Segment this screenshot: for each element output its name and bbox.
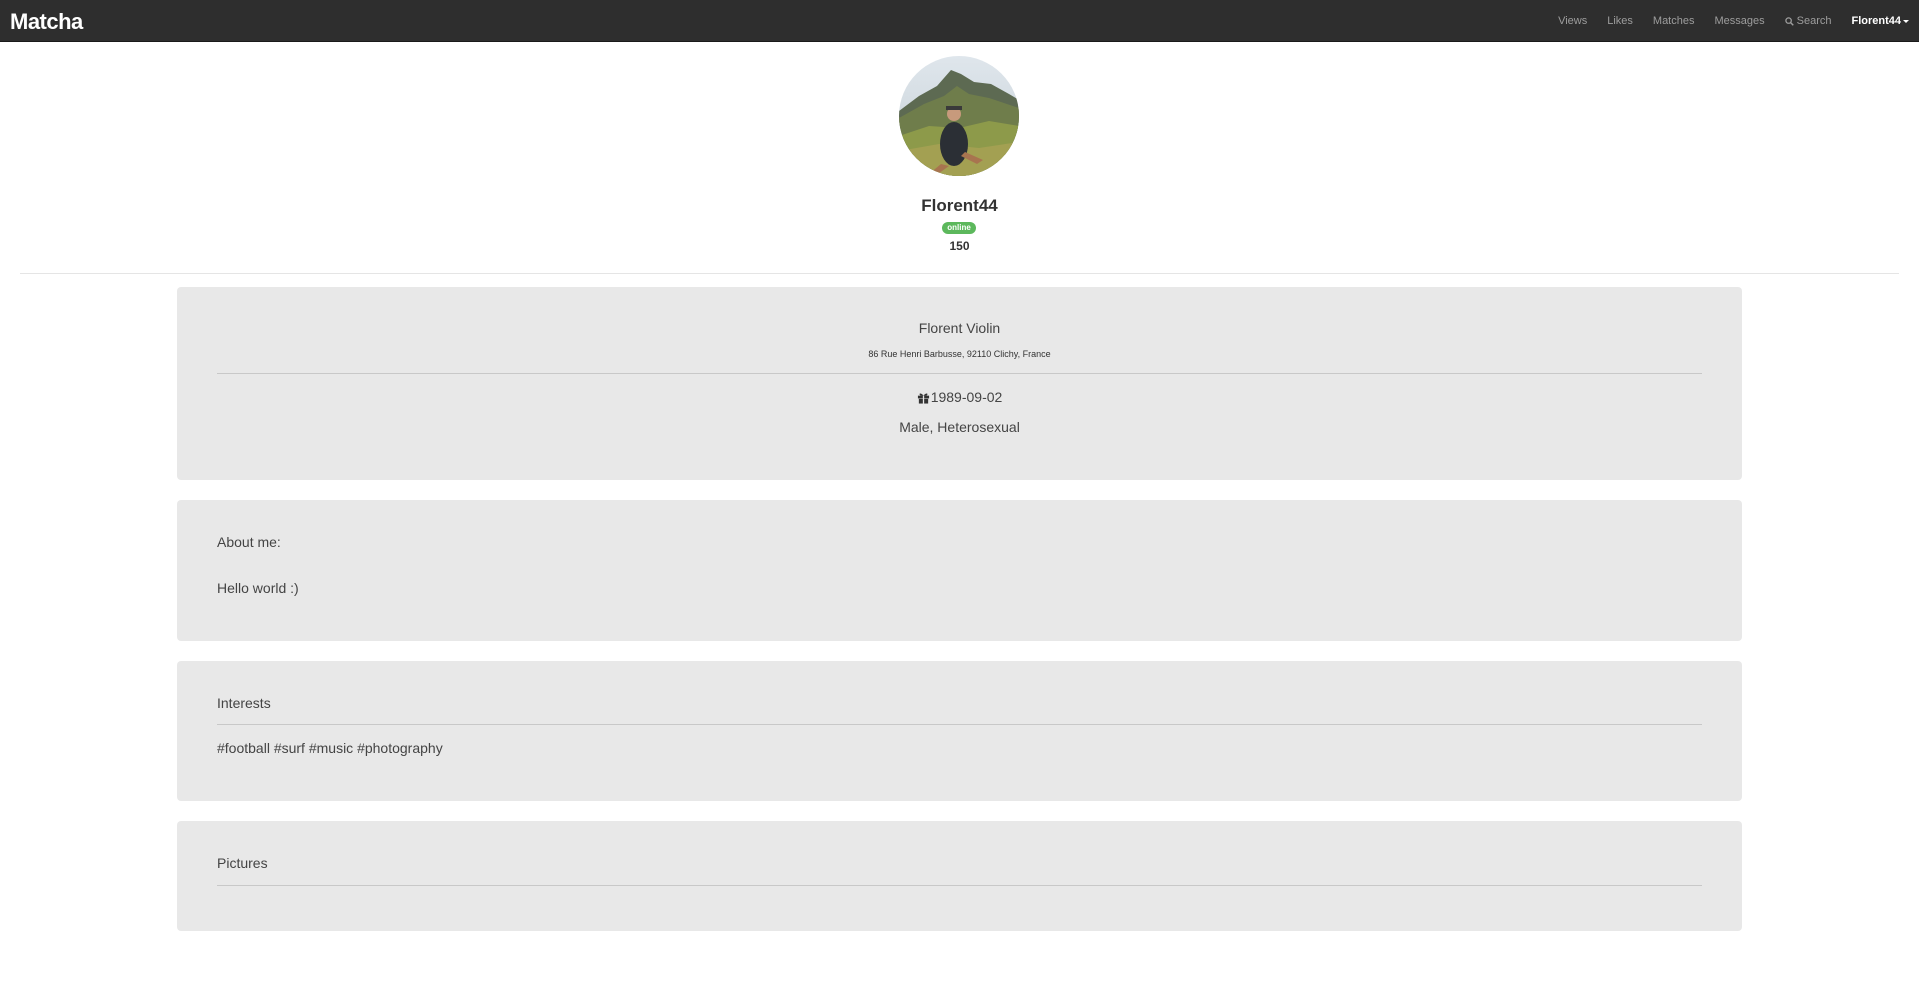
nav-link-views[interactable]: Views [1558,15,1587,27]
interests-title: Interests [217,695,271,711]
top-navbar: Matcha Views Likes Matches Messages Sear… [0,0,1919,42]
brand-logo[interactable]: Matcha [10,9,83,35]
nav-link-likes[interactable]: Likes [1607,15,1633,27]
address: 86 Rue Henri Barbusse, 92110 Clichy, Fra… [868,349,1051,359]
nav-link-search-label: Search [1796,15,1832,27]
pictures-title: Pictures [217,855,268,871]
nav-link-messages[interactable]: Messages [1714,15,1764,27]
about-text: Hello world :) [217,580,299,596]
avatar [899,56,1019,176]
user-menu-label: Florent44 [1851,15,1901,27]
info-card: Florent Violin 86 Rue Henri Barbusse, 92… [177,287,1742,480]
pictures-card: Pictures [177,821,1742,931]
full-name: Florent Violin [918,320,1001,336]
birthdate-row: 1989-09-02 [217,389,1702,405]
about-card: About me: Hello world :) [177,500,1742,641]
gift-icon [917,392,929,404]
nav-link-search[interactable]: Search [1784,15,1832,27]
interests-card: Interests #football #surf #music #photog… [177,661,1742,801]
info-divider [217,373,1702,374]
profile-username: Florent44 [921,196,998,215]
header-divider [20,273,1899,274]
about-title: About me: [217,534,281,550]
user-menu-dropdown[interactable]: Florent44 [1851,15,1909,27]
nav-link-matches[interactable]: Matches [1653,15,1695,27]
nav-links: Views Likes Matches Messages Search Flor… [1538,0,1909,42]
interests-tags: #football #surf #music #photography [217,740,443,756]
popularity-score: 150 [949,239,970,253]
birthdate: 1989-09-02 [930,389,1003,405]
interests-divider [217,724,1702,725]
search-icon [1784,16,1794,26]
gender-orientation: Male, Heterosexual [899,419,1020,435]
caret-down-icon [1903,19,1909,23]
pictures-divider [217,885,1702,886]
online-status-badge: online [942,222,976,234]
profile-header: Florent44 online 150 [0,42,1919,274]
